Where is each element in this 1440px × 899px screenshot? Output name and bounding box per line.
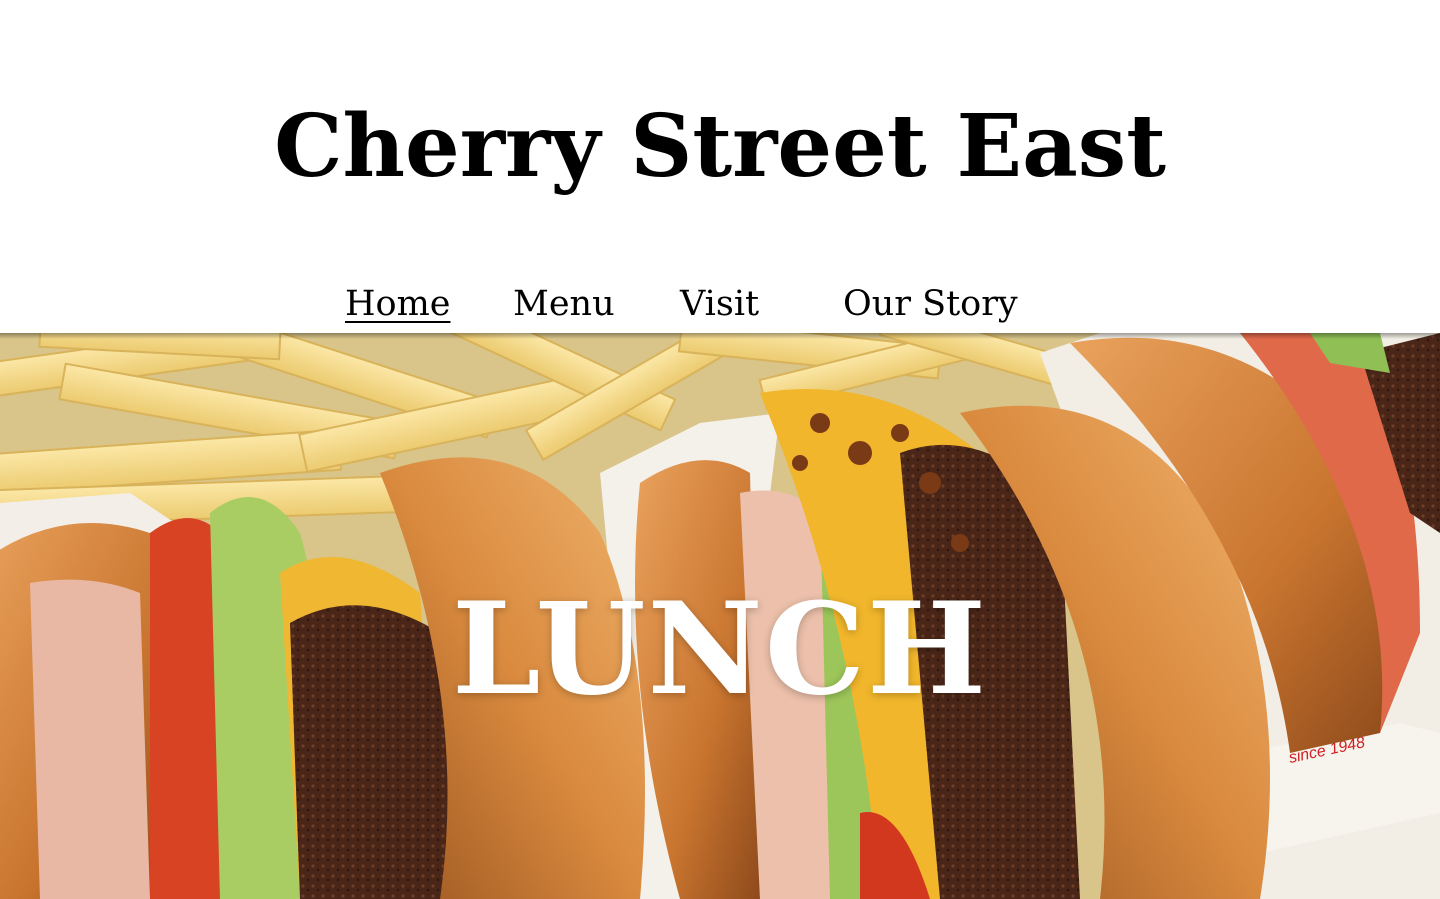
hero-banner: since 1948 LUNCH (0, 333, 1440, 899)
header-shadow (0, 333, 1440, 339)
site-header: Cherry Street East Home Menu Visit Our S… (0, 0, 1440, 333)
hero-heading: LUNCH (451, 575, 989, 723)
site-title[interactable]: Cherry Street East (0, 92, 1440, 202)
main-nav: Home Menu Visit Our Story (0, 282, 1440, 326)
nav-item-menu[interactable]: Menu (513, 282, 615, 326)
nav-item-our-story[interactable]: Our Story (843, 282, 1018, 326)
nav-item-home[interactable]: Home (345, 282, 451, 326)
nav-item-visit[interactable]: Visit (680, 282, 759, 326)
